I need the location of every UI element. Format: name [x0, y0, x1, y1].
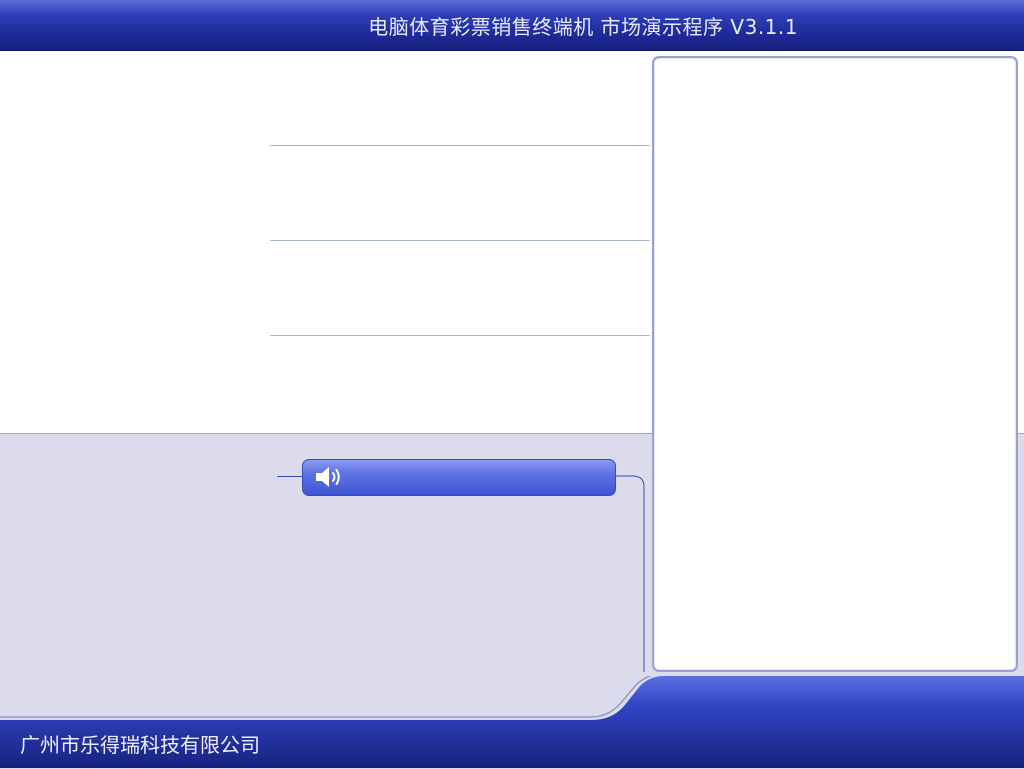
company-name: 广州市乐得瑞科技有限公司: [20, 733, 260, 757]
audio-play-button[interactable]: [302, 459, 616, 496]
connector-line-left: [277, 476, 302, 477]
display-panel: [652, 56, 1018, 672]
speaker-icon: [316, 467, 340, 487]
